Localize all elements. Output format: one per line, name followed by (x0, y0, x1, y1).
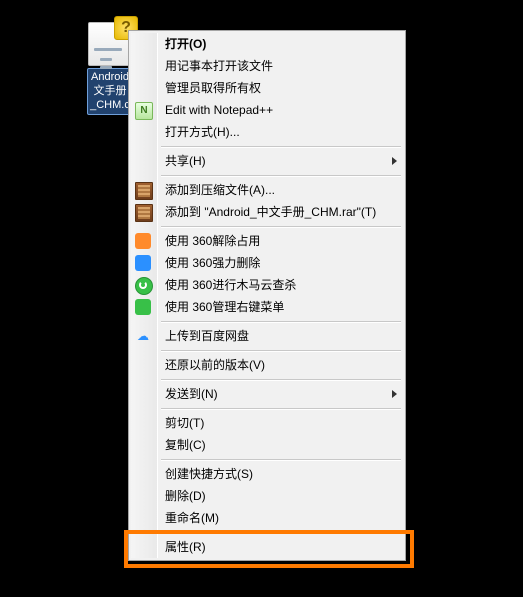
submenu-arrow-icon (392, 390, 397, 398)
winrar-icon (135, 204, 153, 222)
menu-separator (159, 456, 403, 463)
menu-add-to-archive[interactable]: 添加到压缩文件(A)... (159, 179, 403, 201)
menu-separator (159, 376, 403, 383)
menu-restore-previous[interactable]: 还原以前的版本(V) (159, 354, 403, 376)
menu-share[interactable]: 共享(H) (159, 150, 403, 172)
file-name-label: Android 文手册 _CHM.c (90, 70, 130, 112)
360-force-delete-icon (135, 255, 151, 271)
menu-360-force-delete[interactable]: 使用 360强力删除 (159, 252, 403, 274)
menu-send-to[interactable]: 发送到(N) (159, 383, 403, 405)
menu-360-manage-context[interactable]: 使用 360管理右键菜单 (159, 296, 403, 318)
notepadpp-icon (135, 102, 153, 120)
360-unlock-icon (135, 233, 151, 249)
menu-take-ownership[interactable]: 管理员取得所有权 (159, 77, 403, 99)
menu-360-unlock[interactable]: 使用 360解除占用 (159, 230, 403, 252)
menu-cut[interactable]: 剪切(T) (159, 412, 403, 434)
menu-copy[interactable]: 复制(C) (159, 434, 403, 456)
menu-edit-notepadpp[interactable]: Edit with Notepad++ (159, 99, 403, 121)
menu-separator (159, 529, 403, 536)
menu-properties[interactable]: 属性(R) (159, 536, 403, 558)
menu-open-with[interactable]: 打开方式(H)... (159, 121, 403, 143)
menu-rename[interactable]: 重命名(M) (159, 507, 403, 529)
menu-separator (159, 347, 403, 354)
menu-separator (159, 172, 403, 179)
menu-delete[interactable]: 删除(D) (159, 485, 403, 507)
menu-open[interactable]: 打开(O) (159, 33, 403, 55)
menu-separator (159, 143, 403, 150)
360-scan-icon (135, 277, 153, 295)
menu-create-shortcut[interactable]: 创建快捷方式(S) (159, 463, 403, 485)
submenu-arrow-icon (392, 157, 397, 165)
menu-separator (159, 318, 403, 325)
menu-open-notepad[interactable]: 用记事本打开该文件 (159, 55, 403, 77)
context-menu: 打开(O) 用记事本打开该文件 管理员取得所有权 Edit with Notep… (128, 30, 406, 561)
winrar-icon (135, 182, 153, 200)
menu-separator (159, 223, 403, 230)
menu-add-to-named-rar[interactable]: 添加到 "Android_中文手册_CHM.rar"(T) (159, 201, 403, 223)
menu-separator (159, 405, 403, 412)
chm-file-icon: ? (88, 22, 132, 66)
menu-upload-baidu[interactable]: ☁ 上传到百度网盘 (159, 325, 403, 347)
360-manage-icon (135, 299, 151, 315)
menu-360-trojan-scan[interactable]: 使用 360进行木马云查杀 (159, 274, 403, 296)
baidu-cloud-icon: ☁ (135, 328, 151, 344)
